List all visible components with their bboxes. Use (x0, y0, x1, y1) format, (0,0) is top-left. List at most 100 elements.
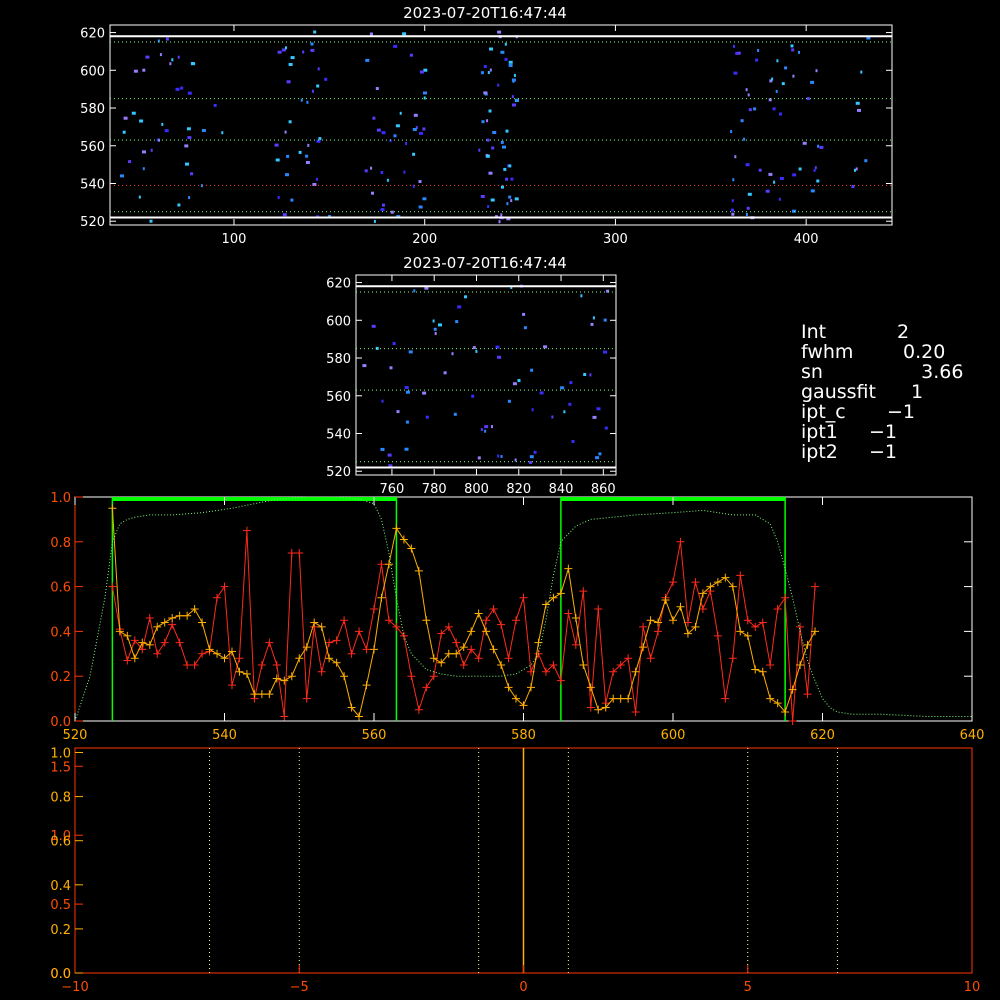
series-point (639, 622, 648, 631)
top-image-pixel (733, 44, 735, 48)
zoom-image-pixel (404, 447, 409, 451)
top-image-pixel (480, 71, 484, 75)
series-point (586, 683, 595, 692)
zoom-image-y-tick-label: 540 (326, 427, 351, 442)
series-point (429, 672, 438, 681)
top-image-pixel (483, 91, 488, 95)
top-image-y-tick-label: 580 (80, 102, 105, 117)
series-point (362, 645, 371, 654)
series-point (392, 524, 401, 533)
top-image-pixel (409, 53, 413, 57)
bottom-y-tick-label-red: 0.5 (50, 898, 71, 913)
series-point (213, 593, 222, 602)
bottom-x-tick-label: −10 (61, 980, 88, 995)
series-point (377, 593, 386, 602)
zoom-image-pixel (491, 425, 493, 429)
series-point (310, 618, 319, 627)
series-point (624, 694, 633, 703)
top-image-pixel (316, 84, 320, 88)
top-image-pixel (418, 205, 423, 209)
series-point (758, 667, 767, 676)
zoom-image-pixel (434, 332, 437, 335)
top-image-pixel (159, 53, 162, 57)
zoom-image-pixel (551, 415, 554, 419)
bottom-x-tick-label: 0 (519, 980, 527, 995)
top-image-pixel (511, 95, 514, 99)
series-point (571, 613, 580, 622)
profile-x-tick-label: 580 (511, 728, 536, 743)
top-image-pixel (285, 173, 289, 177)
bottom-y-tick-label-orange: 0.2 (50, 923, 71, 938)
top-image-pixel (290, 56, 295, 60)
info-row-ipt-c: ipt_c −1 (801, 402, 963, 422)
top-image-pixel (758, 168, 762, 172)
series-point (796, 622, 805, 631)
top-image-pixel (806, 97, 810, 101)
info-value: 0.20 (897, 341, 946, 363)
zoom-image-pixel (533, 450, 537, 454)
top-image-pixel (423, 96, 426, 100)
series-point (676, 537, 685, 546)
top-image-pixel (369, 32, 373, 36)
top-image-pixel (491, 146, 495, 150)
zoom-image-pixel (432, 319, 435, 323)
top-image-pixel (403, 170, 406, 174)
series-point (803, 690, 812, 699)
series-point (108, 504, 117, 513)
top-image-pixel (816, 179, 820, 183)
top-image-pixel (380, 208, 385, 212)
top-image-pixel (274, 143, 279, 147)
series-line-2 (74, 496, 972, 722)
top-image-y-tick-label: 600 (80, 64, 105, 79)
top-image-pixel (175, 87, 180, 91)
top-image-pixel (187, 136, 192, 140)
series-point (370, 605, 378, 613)
top-image-pixel (286, 80, 291, 84)
series-point (594, 605, 603, 613)
top-image-pixel (779, 112, 782, 116)
zoom-image-pixel (514, 458, 517, 462)
top-image-pixel (150, 148, 153, 152)
top-image-pixel (311, 89, 314, 93)
zoom-image-x-tick-label: 760 (380, 482, 405, 497)
top-image-pixel (513, 73, 516, 77)
zoom-image-pixel (522, 312, 526, 316)
top-image-pixel (177, 55, 180, 59)
top-image-pixel (478, 148, 481, 152)
info-row-ipt2: ipt2 −1 (801, 442, 963, 462)
top-image-pixel (187, 91, 192, 95)
series-point (586, 703, 595, 712)
top-image-pixel (511, 78, 516, 82)
top-image-pixel (370, 166, 373, 170)
series-point (272, 661, 281, 669)
info-value: −1 (869, 441, 898, 463)
series-point (347, 649, 356, 658)
zoom-image-pixel (443, 371, 447, 375)
series-point (489, 605, 498, 613)
top-image-pixel (855, 167, 858, 171)
top-image-pixel (781, 82, 785, 86)
top-image-title: 2023-07-20T16:47:44 (403, 4, 567, 22)
top-image-pixel (418, 180, 422, 183)
top-image-pixel (864, 159, 868, 163)
series-point (302, 694, 311, 703)
zoom-image-pixel (543, 345, 548, 349)
zoom-image-pixel (425, 415, 429, 419)
info-value: −1 (887, 401, 916, 423)
zoom-image-pixel (422, 391, 427, 395)
bottom-x-tick-label: 5 (744, 980, 752, 995)
zoom-image-pixel (598, 452, 602, 456)
top-image-pixel (857, 108, 861, 112)
top-image-pixel (145, 55, 150, 59)
top-image-pixel (776, 59, 779, 63)
top-image-x-tick-label: 200 (412, 232, 437, 247)
top-image-pixel (732, 178, 735, 182)
series-point (422, 683, 431, 692)
bottom-x-tick-label: 10 (964, 980, 981, 995)
zoom-image-pixel (477, 456, 481, 460)
series-point (579, 661, 588, 669)
zoom-image-pixel (531, 408, 534, 412)
series-point (474, 609, 483, 618)
top-image-pixel (731, 208, 734, 212)
profile-y-tick-label: 0.0 (50, 715, 71, 730)
